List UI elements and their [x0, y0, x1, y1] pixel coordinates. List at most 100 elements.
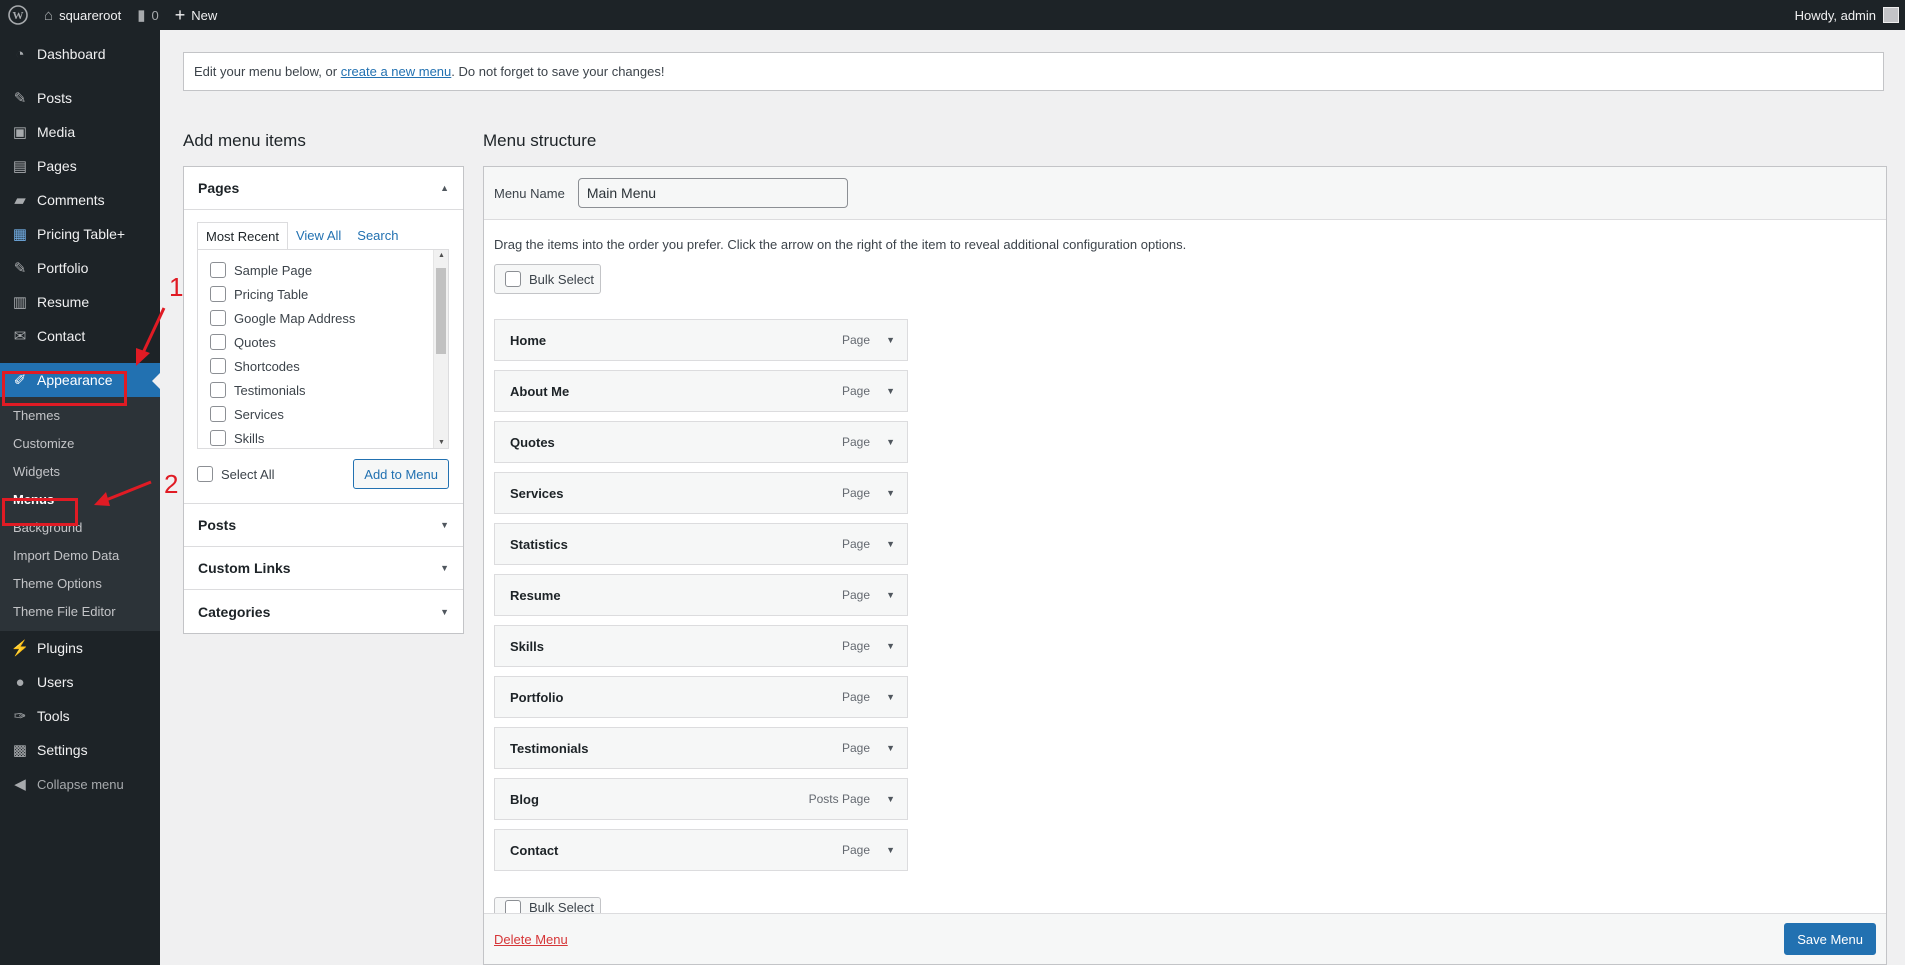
delete-menu-link[interactable]: Delete Menu — [494, 932, 568, 947]
submenu-theme-file-editor[interactable]: Theme File Editor — [0, 597, 160, 625]
menu-item-row[interactable]: Contact Page ▼ — [494, 829, 908, 871]
tab-search[interactable]: Search — [349, 222, 406, 249]
custom-links-section-header[interactable]: Custom Links ▼ — [184, 547, 463, 590]
annotation-arrows — [94, 307, 166, 506]
menu-item-title: Quotes — [510, 434, 555, 450]
sidebar-item-settings[interactable]: ▩ Settings — [0, 733, 160, 767]
select-all-checkbox[interactable]: Select All — [197, 466, 274, 482]
checkbox[interactable] — [210, 310, 226, 326]
save-menu-button[interactable]: Save Menu — [1784, 923, 1876, 955]
page-checkbox-row[interactable]: Shortcodes — [210, 354, 448, 378]
menu-name-label: Menu Name — [494, 185, 565, 201]
pages-scrollbar[interactable]: ▲ ▼ — [433, 250, 448, 448]
menu-item-row[interactable]: Statistics Page ▼ — [494, 523, 908, 565]
menu-item-row[interactable]: Services Page ▼ — [494, 472, 908, 514]
expand-arrow-icon[interactable]: ▼ — [886, 590, 895, 600]
menu-item-row[interactable]: Testimonials Page ▼ — [494, 727, 908, 769]
page-checkbox-row[interactable]: Skills — [210, 426, 448, 448]
pages-section-header[interactable]: Pages ▲ — [184, 167, 463, 210]
collapse-up-icon: ▲ — [440, 183, 449, 193]
bulk-select-top-button[interactable]: Bulk Select — [494, 264, 601, 294]
scroll-down-icon[interactable]: ▼ — [434, 439, 448, 446]
menu-item-row[interactable]: Quotes Page ▼ — [494, 421, 908, 463]
menu-item-type: Page — [841, 333, 870, 347]
expand-arrow-icon[interactable]: ▼ — [886, 488, 895, 498]
edit-menu-notice: Edit your menu below, or create a new me… — [183, 52, 1884, 91]
menu-item-type: Page — [841, 741, 870, 755]
checkbox[interactable] — [210, 262, 226, 278]
plugin-icon: ⚡ — [10, 640, 30, 657]
checkbox[interactable] — [210, 286, 226, 302]
checkbox[interactable] — [210, 358, 226, 374]
expand-arrow-icon[interactable]: ▼ — [886, 692, 895, 702]
expand-down-icon: ▼ — [440, 606, 449, 617]
menu-items-list: Home Page ▼ About Me Page ▼ Quotes Page ▼ Serv… — [494, 319, 908, 880]
checkbox[interactable] — [210, 382, 226, 398]
expand-arrow-icon[interactable]: ▼ — [886, 641, 895, 651]
sidebar-item-label: Settings — [37, 742, 88, 758]
collapse-menu-button[interactable]: ◀ Collapse menu — [0, 767, 160, 801]
sidebar-item-users[interactable]: ● Users — [0, 665, 160, 699]
section-title: Custom Links — [198, 560, 291, 576]
expand-arrow-icon[interactable]: ▼ — [886, 386, 895, 396]
checkbox[interactable] — [505, 271, 521, 287]
menu-item-row[interactable]: Home Page ▼ — [494, 319, 908, 361]
menu-item-type: Page — [841, 486, 870, 500]
create-new-menu-link[interactable]: create a new menu — [341, 64, 452, 79]
page-label: Quotes — [234, 334, 276, 350]
expand-arrow-icon[interactable]: ▼ — [886, 437, 895, 447]
posts-section-header[interactable]: Posts ▼ — [184, 504, 463, 547]
sidebar-item-tools[interactable]: ✑ Tools — [0, 699, 160, 733]
menu-item-title: Services — [510, 485, 564, 501]
sidebar-item-plugins[interactable]: ⚡ Plugins — [0, 631, 160, 665]
page-label: Google Map Address — [234, 310, 356, 326]
submenu-theme-options[interactable]: Theme Options — [0, 569, 160, 597]
menu-item-row[interactable]: Portfolio Page ▼ — [494, 676, 908, 718]
menu-item-type: Page — [841, 537, 870, 551]
account-menu[interactable]: Howdy, admin — [1787, 0, 1905, 30]
select-all-label: Select All — [221, 466, 275, 482]
page-checkbox-row[interactable]: Quotes — [210, 330, 448, 354]
menu-item-title: Testimonials — [510, 740, 589, 756]
tab-most-recent[interactable]: Most Recent — [197, 222, 288, 249]
page-label: Skills — [234, 430, 265, 446]
avatar — [1883, 7, 1899, 23]
pages-tabs: Most Recent View All Search — [197, 222, 449, 249]
menu-item-row[interactable]: Resume Page ▼ — [494, 574, 908, 616]
page-checkbox-row[interactable]: Services — [210, 402, 448, 426]
menu-item-type: Page — [841, 435, 870, 449]
expand-arrow-icon[interactable]: ▼ — [886, 335, 895, 345]
scroll-up-icon[interactable]: ▲ — [434, 252, 448, 259]
menu-item-row[interactable]: Skills Page ▼ — [494, 625, 908, 667]
menu-item-type: Page — [841, 639, 870, 653]
menu-item-row[interactable]: Blog Posts Page ▼ — [494, 778, 908, 820]
page-checkbox-row[interactable]: Pricing Table — [210, 282, 448, 306]
menu-name-input[interactable]: Main Menu — [577, 178, 848, 208]
menu-item-row[interactable]: About Me Page ▼ — [494, 370, 908, 412]
menu-item-title: Portfolio — [510, 689, 564, 705]
expand-arrow-icon[interactable]: ▼ — [886, 845, 895, 855]
tab-view-all[interactable]: View All — [288, 222, 349, 249]
collapse-label: Collapse menu — [37, 776, 124, 792]
page-checkbox-row[interactable]: Google Map Address — [210, 306, 448, 330]
categories-section-header[interactable]: Categories ▼ — [184, 590, 463, 633]
add-to-menu-button[interactable]: Add to Menu — [353, 459, 449, 489]
menu-structure-heading: Menu structure — [483, 131, 597, 150]
expand-arrow-icon[interactable]: ▼ — [886, 794, 895, 804]
expand-down-icon: ▼ — [440, 520, 449, 530]
page-checkbox-row[interactable]: Testimonials — [210, 378, 448, 402]
expand-arrow-icon[interactable]: ▼ — [886, 539, 895, 549]
user-icon: ● — [15, 673, 25, 691]
page-label: Sample Page — [234, 262, 313, 278]
expand-arrow-icon[interactable]: ▼ — [886, 743, 895, 753]
checkbox[interactable] — [210, 406, 226, 422]
page-checkbox-row[interactable]: Sample Page — [210, 258, 448, 282]
checkbox[interactable] — [197, 466, 213, 482]
menu-item-title: Home — [510, 332, 547, 348]
scroll-thumb[interactable] — [436, 268, 446, 354]
checkbox[interactable] — [210, 430, 226, 446]
menu-footer: Delete Menu Save Menu — [484, 913, 1886, 964]
pages-section-body: Most Recent View All Search Sample Page … — [184, 210, 463, 504]
checkbox[interactable] — [210, 334, 226, 350]
menu-item-type: Page — [841, 384, 870, 398]
